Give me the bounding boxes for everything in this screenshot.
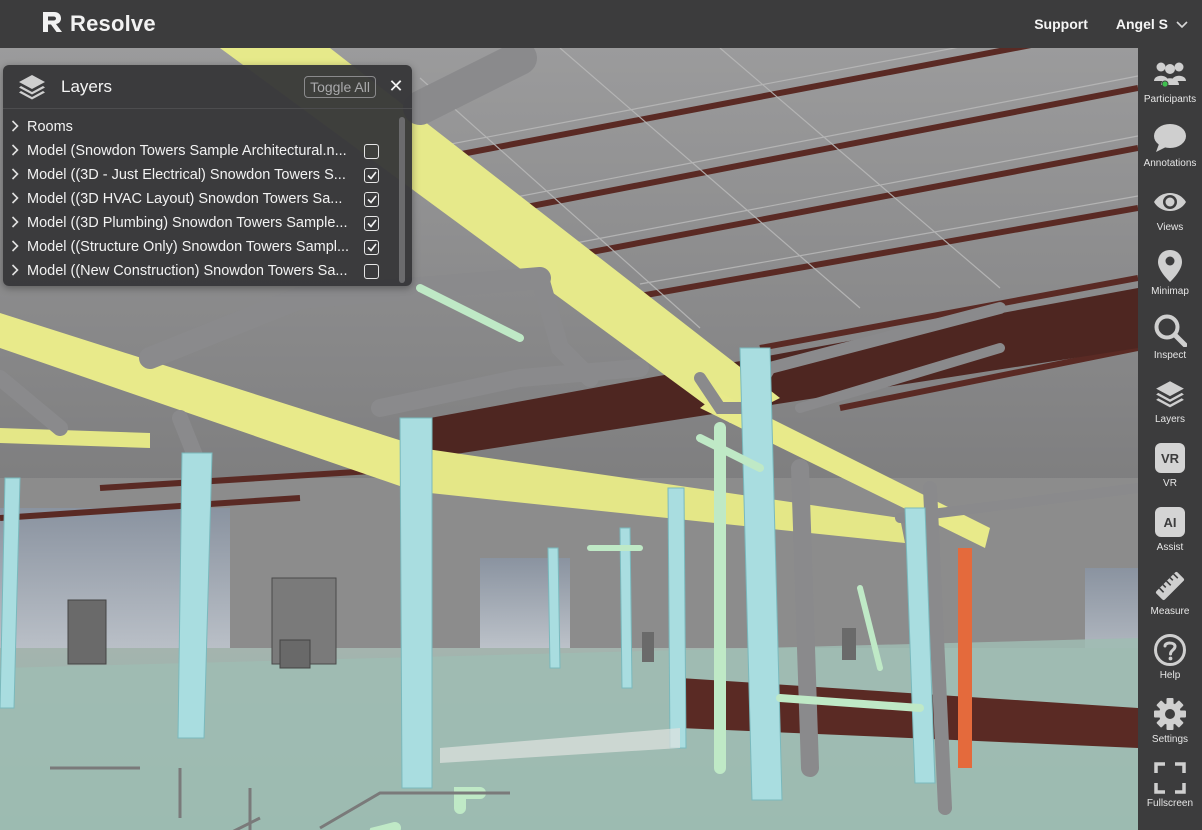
layer-checkbox-checked[interactable]	[364, 239, 379, 255]
rail-label-minimap: Minimap	[1151, 286, 1189, 297]
ruler-icon	[1152, 568, 1188, 604]
layers-icon	[17, 72, 47, 102]
rail-label-settings: Settings	[1151, 734, 1189, 745]
vr-button[interactable]: VR VR	[1138, 432, 1202, 496]
layer-label: Model ((3D Plumbing) Snowdon Towers Samp…	[27, 215, 348, 231]
annotations-button[interactable]: Annotations	[1138, 112, 1202, 176]
layer-row[interactable]: Model ((3D - Just Electrical) Snowdon To…	[3, 163, 412, 187]
help-icon	[1152, 632, 1188, 668]
resolve-logo-icon	[40, 10, 64, 39]
checkmark-icon	[366, 243, 377, 252]
top-bar: Resolve Support Angel S	[0, 0, 1202, 48]
settings-button[interactable]: Settings	[1138, 688, 1202, 752]
layers-button[interactable]: Layers	[1138, 368, 1202, 432]
user-name: Angel S	[1115, 16, 1168, 32]
chevron-right-icon[interactable]	[3, 263, 27, 279]
layer-row[interactable]: Model ((Structure Only) Snowdon Towers S…	[3, 235, 412, 259]
layer-row[interactable]: Model ((3D Plumbing) Snowdon Towers Samp…	[3, 211, 412, 235]
rail-label-layers: Layers	[1154, 414, 1185, 425]
chevron-right-icon[interactable]	[3, 191, 27, 207]
rail-label-vr: VR	[1163, 478, 1177, 489]
chevron-right-icon[interactable]	[3, 119, 27, 135]
layer-list-scrollbar[interactable]	[399, 117, 405, 283]
support-link[interactable]: Support	[1034, 16, 1088, 32]
participants-button[interactable]: Participants	[1138, 48, 1202, 112]
help-button[interactable]: Help	[1138, 624, 1202, 688]
rail-label-assist: Assist	[1156, 542, 1184, 553]
chevron-right-icon[interactable]	[3, 143, 27, 159]
layer-label: Model ((New Construction) Snowdon Towers…	[27, 263, 348, 279]
rail-label-views: Views	[1156, 222, 1184, 233]
rail-label-help: Help	[1159, 670, 1181, 681]
participants-icon	[1152, 56, 1188, 92]
vr-icon: VR	[1155, 443, 1185, 473]
layer-checkbox-checked[interactable]	[364, 215, 379, 231]
layer-checkbox-checked[interactable]	[364, 191, 379, 207]
brand-name: Resolve	[70, 11, 156, 36]
chevron-down-icon	[1176, 16, 1188, 32]
views-button[interactable]: Views	[1138, 176, 1202, 240]
speech-bubble-icon	[1152, 120, 1188, 156]
toggle-all-button[interactable]: Toggle All	[304, 75, 376, 98]
layer-row[interactable]: Rooms	[3, 115, 412, 139]
map-pin-icon	[1152, 248, 1188, 284]
chevron-right-icon[interactable]	[3, 215, 27, 231]
measure-button[interactable]: Measure	[1138, 560, 1202, 624]
rail-label-annotations: Annotations	[1143, 158, 1197, 169]
user-menu[interactable]: Angel S	[1116, 16, 1188, 32]
layer-label: Model ((Structure Only) Snowdon Towers S…	[27, 239, 350, 255]
checkmark-icon	[366, 171, 377, 180]
layers-panel: Layers Toggle All ✕ Rooms Model (Snowdon …	[3, 65, 412, 286]
right-toolbar: Participants Annotations Views Minimap I…	[1138, 48, 1202, 830]
layer-list: Rooms Model (Snowdon Towers Sample Archit…	[3, 109, 412, 283]
magnifier-icon	[1152, 312, 1188, 348]
layer-label: Model ((3D - Just Electrical) Snowdon To…	[27, 167, 346, 183]
layers-panel-title: Layers	[61, 76, 113, 96]
layer-label: Model ((3D HVAC Layout) Snowdon Towers S…	[27, 191, 343, 207]
close-icon[interactable]: ✕	[382, 76, 410, 97]
brand-logo[interactable]: Resolve	[40, 10, 156, 39]
eye-icon	[1152, 184, 1188, 220]
chevron-right-icon[interactable]	[3, 239, 27, 255]
fullscreen-icon	[1152, 760, 1188, 796]
minimap-button[interactable]: Minimap	[1138, 240, 1202, 304]
chevron-right-icon[interactable]	[3, 167, 27, 183]
rail-label-fullscreen: Fullscreen	[1146, 798, 1194, 809]
layer-checkbox-checked[interactable]	[364, 167, 379, 183]
layer-row[interactable]: Model ((New Construction) Snowdon Towers…	[3, 259, 412, 283]
inspect-button[interactable]: Inspect	[1138, 304, 1202, 368]
checkmark-icon	[366, 195, 377, 204]
layer-row[interactable]: Model ((3D HVAC Layout) Snowdon Towers S…	[3, 187, 412, 211]
fullscreen-button[interactable]: Fullscreen	[1138, 752, 1202, 816]
rail-label-inspect: Inspect	[1153, 350, 1187, 361]
layers-icon	[1152, 376, 1188, 412]
layer-checkbox[interactable]	[364, 263, 379, 279]
rail-label-participants: Participants	[1143, 94, 1197, 105]
layer-row[interactable]: Model (Snowdon Towers Sample Architectur…	[3, 139, 412, 163]
assist-button[interactable]: AI Assist	[1138, 496, 1202, 560]
layer-label: Model (Snowdon Towers Sample Architectur…	[27, 143, 347, 159]
layers-panel-header: Layers Toggle All ✕	[3, 65, 412, 109]
ai-icon: AI	[1155, 507, 1185, 537]
checkmark-icon	[366, 219, 377, 228]
layer-label: Rooms	[27, 119, 73, 135]
gear-icon	[1152, 696, 1188, 732]
layer-checkbox[interactable]	[364, 143, 379, 159]
rail-label-measure: Measure	[1150, 606, 1190, 617]
